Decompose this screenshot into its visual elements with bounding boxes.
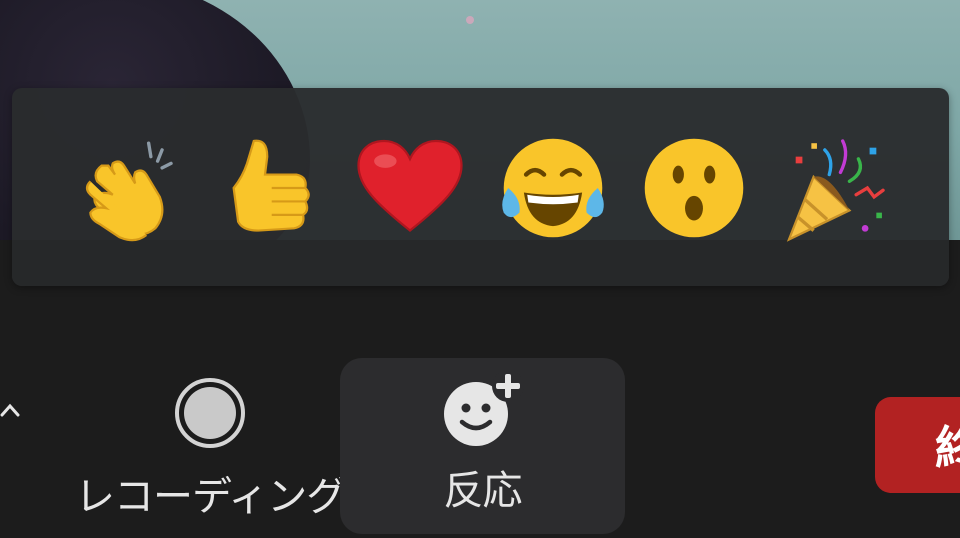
tears-of-joy-icon <box>502 138 604 238</box>
party-popper-icon <box>786 139 885 242</box>
video-highlight <box>466 16 474 24</box>
thumbs-up-icon <box>232 139 310 232</box>
reactions-button-content[interactable]: 反応 <box>340 372 625 516</box>
recording-label: レコーディング <box>75 474 346 520</box>
reaction-surprised[interactable] <box>634 128 754 248</box>
reaction-clap[interactable] <box>64 128 184 248</box>
clap-icon <box>85 141 173 242</box>
surprised-face-icon <box>644 138 744 238</box>
reaction-party-popper[interactable] <box>776 128 896 248</box>
reaction-tears-of-joy[interactable] <box>493 128 613 248</box>
end-label: 終 <box>935 421 960 475</box>
record-icon <box>175 378 246 448</box>
reactions-label: 反応 <box>443 468 523 514</box>
reaction-picker <box>12 88 949 286</box>
add-reaction-icon <box>443 372 524 446</box>
end-button[interactable]: 終 <box>875 397 960 493</box>
chevron-up-icon[interactable] <box>0 395 22 425</box>
reaction-thumbs-up[interactable] <box>205 128 325 248</box>
heart-icon <box>357 139 463 232</box>
recording-button[interactable]: レコーディング <box>75 376 346 522</box>
reaction-heart[interactable] <box>350 128 470 248</box>
